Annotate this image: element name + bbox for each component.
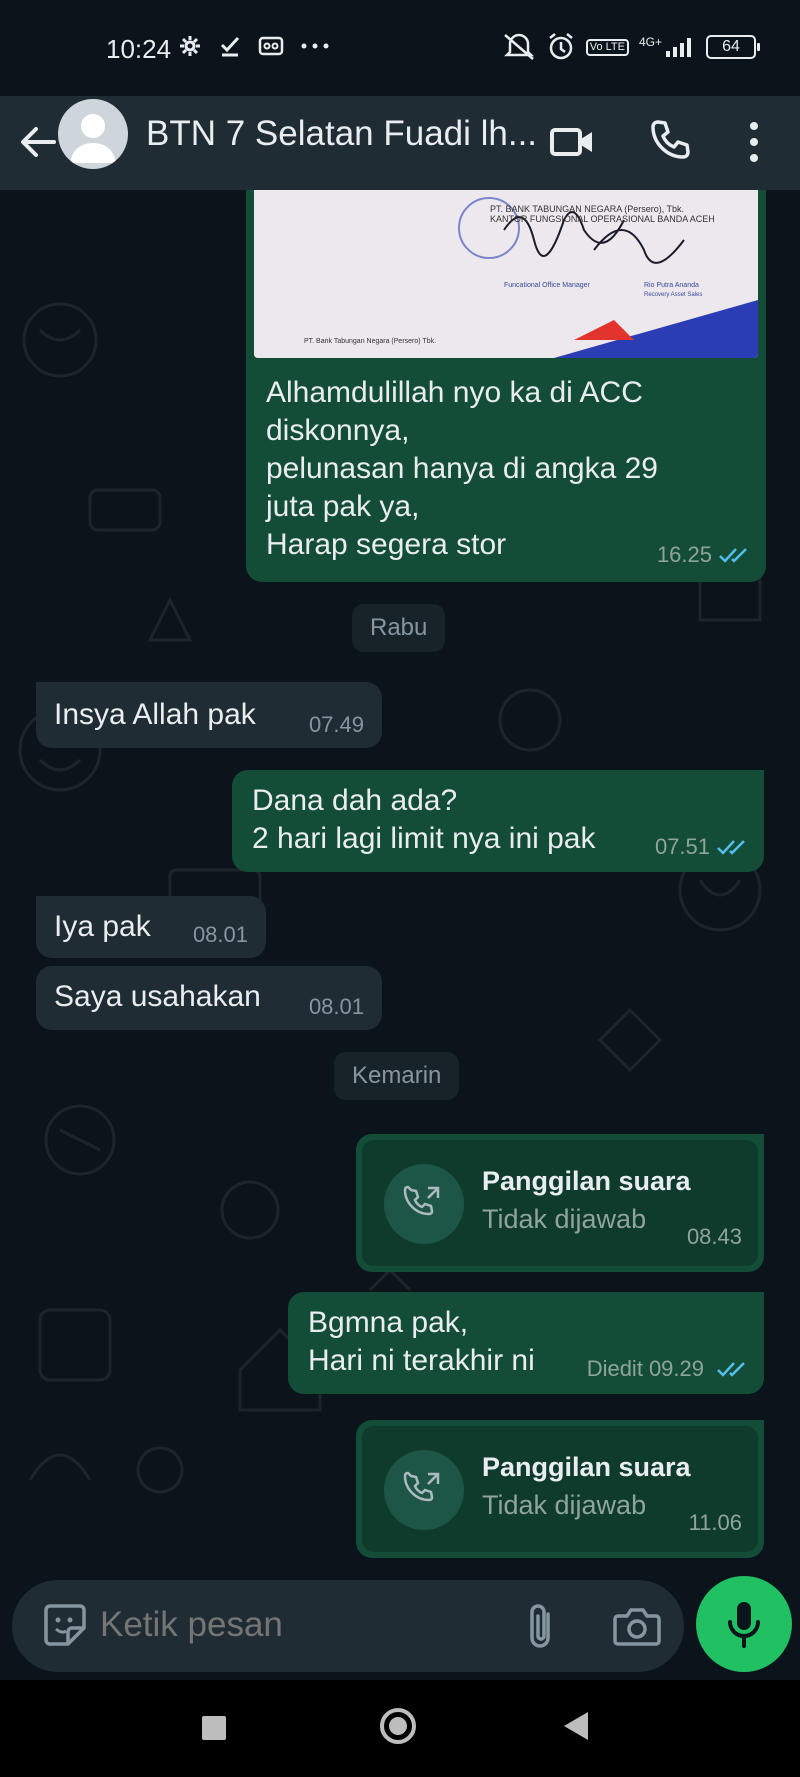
missed-call-card[interactable]: Panggilan suara Tidak dijawab 08.43 [362, 1140, 758, 1266]
microphone-button[interactable] [696, 1576, 792, 1672]
settings-icon [180, 36, 200, 56]
document-line: Rio Putra Ananda [644, 282, 699, 289]
outgoing-message-with-image[interactable]: PT. BANK TABUNGAN NEGARA (Persero), Tbk.… [246, 190, 766, 582]
edited-label: Diedit [586, 1356, 643, 1381]
document-line: PT. BANK TABUNGAN NEGARA (Persero), Tbk. [490, 204, 685, 214]
missed-call-card[interactable]: Panggilan suara Tidak dijawab 11.06 [362, 1426, 758, 1552]
voicemail-icon [258, 36, 284, 56]
message-text: Iya pak [54, 910, 151, 943]
attached-document-image[interactable]: PT. BANK TABUNGAN NEGARA (Persero), Tbk.… [254, 190, 758, 358]
message-text: Saya usahakan [54, 980, 261, 1013]
system-navigation-bar [0, 1680, 800, 1777]
more-options-icon[interactable] [738, 116, 770, 168]
incoming-message[interactable]: Saya usahakan 08.01 [36, 966, 382, 1030]
document-line: Funcational Office Manager [504, 282, 590, 289]
message-time: 07.49 [308, 712, 364, 737]
message-time: 08.01 [308, 994, 364, 1019]
message-text: 2 hari lagi limit nya ini pak [252, 822, 596, 855]
sticker-emoji-icon[interactable] [42, 1602, 88, 1648]
message-time: 08.01 [192, 922, 248, 947]
message-time: 09.29 [648, 1356, 704, 1381]
message-text: pelunasan hanya di angka 29 [266, 452, 658, 485]
message-time: 11.06 [688, 1510, 742, 1535]
date-divider: Rabu [352, 604, 446, 652]
message-time: 08.43 [686, 1224, 742, 1249]
message-text: Bgmna pak, [308, 1306, 469, 1339]
call-status: Tidak dijawab [482, 1490, 647, 1520]
double-check-read-icon [719, 548, 747, 563]
message-text: diskonnya, [266, 414, 410, 447]
voice-call-icon[interactable] [646, 116, 694, 164]
call-icon-circle [384, 1450, 464, 1530]
contact-name[interactable]: BTN 7 Selatan Fuadi lh... [146, 114, 537, 154]
camera-icon[interactable] [612, 1602, 662, 1650]
document-line: PT. Bank Tabungan Negara (Persero) Tbk. [304, 338, 437, 345]
document-line: Recovery Asset Sales [644, 292, 703, 298]
status-bar: 10:24 Vo LTE 4G+ 64 [0, 0, 800, 96]
check-icon [220, 36, 240, 57]
message-composer [0, 1576, 800, 1680]
signal-4g-icon: 4G+ [639, 35, 696, 59]
chat-area[interactable]: PT. BANK TABUNGAN NEGARA (Persero), Tbk.… [0, 190, 800, 1580]
call-title: Panggilan suara [482, 1452, 691, 1482]
chat-header: BTN 7 Selatan Fuadi lh... [0, 96, 800, 190]
incoming-message[interactable]: Iya pak 08.01 [36, 896, 266, 958]
status-left-icons [178, 34, 330, 58]
mute-icon [503, 33, 534, 60]
attach-paperclip-icon[interactable] [522, 1600, 560, 1652]
outgoing-message[interactable]: Bgmna pak, Hari ni terakhir ni Diedit 09… [288, 1292, 764, 1394]
recent-apps-button[interactable] [202, 1716, 226, 1740]
message-input-container[interactable] [12, 1580, 684, 1672]
call-icon-circle [384, 1164, 464, 1244]
avatar[interactable] [58, 99, 128, 169]
more-dots-icon [301, 43, 329, 49]
home-button[interactable] [380, 1708, 416, 1744]
status-right-icons: Vo LTE 4G+ 64 [502, 32, 760, 62]
video-call-icon[interactable] [548, 118, 596, 166]
battery-icon: 64 [706, 35, 760, 59]
message-text: Insya Allah pak [54, 698, 256, 731]
message-time: 16.25 [656, 542, 712, 567]
status-time: 10:24 [106, 34, 172, 64]
default-avatar-icon [70, 114, 116, 163]
outgoing-call-icon [403, 1471, 440, 1502]
outgoing-call-message[interactable]: Panggilan suara Tidak dijawab 11.06 [356, 1420, 764, 1558]
call-status: Tidak dijawab [482, 1204, 647, 1234]
message-input[interactable] [98, 1604, 462, 1646]
alarm-icon [548, 33, 573, 60]
message-time: 07.51 [654, 834, 710, 859]
call-title: Panggilan suara [482, 1166, 691, 1196]
incoming-message[interactable]: Insya Allah pak 07.49 [36, 682, 382, 748]
double-check-read-icon [717, 840, 745, 855]
date-divider: Kemarin [334, 1052, 460, 1100]
microphone-icon [728, 1602, 760, 1648]
document-line: KANTOR FUNGSIONAL OPERASIONAL BANDA ACEH [490, 214, 715, 224]
outgoing-call-icon [403, 1185, 440, 1216]
volte-icon: Vo LTE [585, 38, 629, 56]
message-text: Harap segera stor [266, 528, 507, 561]
message-text: Alhamdulillah nyo ka di ACC [266, 376, 643, 409]
message-text: Hari ni terakhir ni [308, 1344, 535, 1377]
outgoing-message[interactable]: Dana dah ada? 2 hari lagi limit nya ini … [232, 770, 764, 872]
double-check-read-icon [717, 1362, 745, 1377]
back-arrow-icon[interactable] [14, 118, 62, 166]
message-text: juta pak ya, [266, 490, 420, 523]
system-back-button[interactable] [564, 1712, 588, 1740]
message-text: Dana dah ada? [252, 784, 458, 817]
outgoing-call-message[interactable]: Panggilan suara Tidak dijawab 08.43 [356, 1134, 764, 1272]
